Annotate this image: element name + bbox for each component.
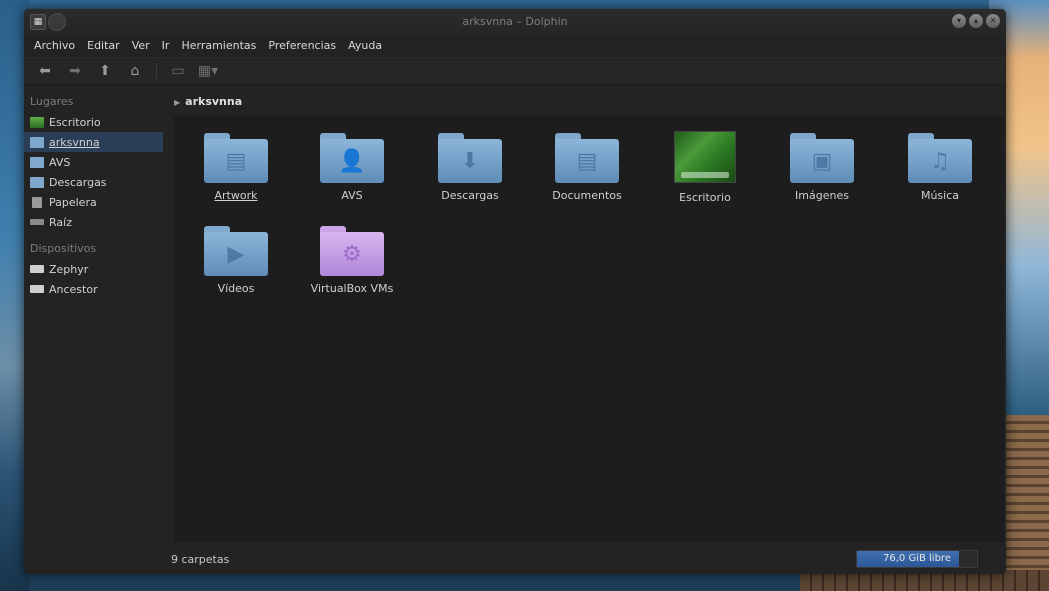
music-folder-icon: ♫ (908, 133, 972, 183)
sidebar-item-label: Raíz (49, 215, 72, 229)
hard-drive-icon (30, 285, 44, 293)
menu-ir[interactable]: Ir (156, 35, 176, 55)
item-label: VirtualBox VMs (310, 282, 394, 295)
sidebar-item-label: Escritorio (49, 115, 101, 129)
folder-icon (30, 156, 44, 168)
trash-icon (32, 196, 42, 208)
drive-icon (30, 219, 44, 225)
sidebar-item-label: Ancestor (49, 282, 98, 296)
view-mode-button[interactable]: ▦▾ (195, 60, 221, 82)
videos-folder-icon: ▶ (204, 226, 268, 276)
forward-button[interactable]: ➡ (62, 60, 88, 82)
folder-musica[interactable]: ♫ Música (881, 133, 999, 202)
home-button[interactable]: ⌂ (122, 60, 148, 82)
sidebar-item-label: arksvnna (49, 135, 100, 149)
toolbar-separator (156, 63, 157, 79)
sidebar-item-label: AVS (49, 155, 71, 169)
sidebar-item-descargas[interactable]: Descargas (24, 172, 163, 192)
folder-descargas[interactable]: ⬇ Descargas (411, 133, 529, 202)
hard-drive-icon (30, 265, 44, 273)
devices-title: Dispositivos (30, 242, 97, 255)
up-button[interactable]: ⬆ (92, 60, 118, 82)
dolphin-window: ▦ arksvnna – Dolphin ▾ ▴ ✕ Archivo Edita… (24, 9, 1006, 574)
desktop-folder-icon (674, 131, 736, 183)
user-folder-icon: 👤 (320, 133, 384, 183)
breadcrumb-current[interactable]: arksvnna (185, 95, 242, 108)
menu-bar: Archivo Editar Ver Ir Herramientas Prefe… (24, 35, 1006, 55)
free-space-indicator[interactable]: 76,0 GiB libre (856, 550, 978, 568)
view-mode-icon: ▦▾ (197, 63, 219, 79)
desktop-icon (30, 116, 44, 128)
sidebar-item-label: Papelera (49, 195, 97, 209)
sidebar-item-raiz[interactable]: Raíz (24, 212, 163, 232)
document-folder-icon: ▤ (204, 133, 268, 183)
item-label: Escritorio (679, 191, 731, 204)
folder-virtualbox-vms[interactable]: ⚙ VirtualBox VMs (293, 226, 411, 295)
menu-ver[interactable]: Ver (126, 35, 156, 55)
folder-videos[interactable]: ▶ Vídeos (177, 226, 295, 295)
file-view[interactable]: ▤ Artwork 👤 AVS ⬇ Descargas ▤ Documentos… (174, 116, 1004, 542)
preview-button[interactable]: ▭ (165, 60, 191, 82)
item-label: Vídeos (217, 282, 255, 295)
menu-editar[interactable]: Editar (81, 35, 126, 55)
arrow-right-icon: ➡ (69, 63, 81, 79)
arrow-left-icon: ⬅ (39, 63, 51, 79)
item-label: Artwork (214, 189, 258, 202)
breadcrumb-arrow-icon[interactable]: ▶ (174, 98, 180, 107)
folder-avs[interactable]: 👤 AVS (293, 133, 411, 202)
toolbar: ⬅ ➡ ⬆ ⌂ ▭ ▦▾ (24, 57, 1006, 85)
status-bar: 9 carpetas 76,0 GiB libre (24, 546, 1006, 574)
breadcrumb[interactable]: ▶ arksvnna (174, 95, 242, 108)
window-title: arksvnna – Dolphin (462, 15, 568, 28)
sidebar-item-escritorio[interactable]: Escritorio (24, 112, 163, 132)
menu-ayuda[interactable]: Ayuda (342, 35, 388, 55)
places-panel: Lugares Escritorio arksvnna AVS Descarga… (24, 89, 169, 574)
folder-documentos[interactable]: ▤ Documentos (528, 133, 646, 202)
back-button[interactable]: ⬅ (32, 60, 58, 82)
item-label: Descargas (441, 189, 499, 202)
wallpaper-pier (999, 415, 1049, 591)
minimize-button[interactable]: ▾ (952, 14, 966, 28)
free-space-label: 76,0 GiB libre (883, 553, 951, 564)
sidebar-item-ancestor[interactable]: Ancestor (24, 279, 163, 299)
home-icon: ⌂ (130, 63, 140, 79)
item-count: 9 carpetas (171, 553, 230, 566)
sidebar-item-label: Descargas (49, 175, 107, 189)
downloads-folder-icon (30, 176, 44, 188)
folder-imagenes[interactable]: ▣ Imágenes (763, 133, 881, 202)
item-label: Música (920, 189, 960, 202)
places-title: Lugares (30, 95, 74, 108)
sidebar-item-zephyr[interactable]: Zephyr (24, 259, 163, 279)
folder-escritorio[interactable]: Escritorio (646, 131, 764, 204)
menu-archivo[interactable]: Archivo (28, 35, 81, 55)
item-label: Documentos (552, 189, 622, 202)
downloads-folder-icon: ⬇ (438, 133, 502, 183)
window-controls: ▾ ▴ ✕ (952, 14, 1000, 28)
sidebar-item-arksvnna[interactable]: arksvnna (24, 132, 163, 152)
document-folder-icon: ▤ (555, 133, 619, 183)
preview-icon: ▭ (171, 63, 185, 79)
item-label: Imágenes (795, 189, 849, 202)
titlebar[interactable]: ▦ arksvnna – Dolphin ▾ ▴ ✕ (24, 9, 1006, 35)
pictures-folder-icon: ▣ (790, 133, 854, 183)
menu-preferencias[interactable]: Preferencias (262, 35, 342, 55)
menu-herramientas[interactable]: Herramientas (175, 35, 262, 55)
settings-folder-icon: ⚙ (320, 226, 384, 276)
sidebar-item-avs[interactable]: AVS (24, 152, 163, 172)
sidebar-item-papelera[interactable]: Papelera (24, 192, 163, 212)
maximize-button[interactable]: ▴ (969, 14, 983, 28)
item-label: AVS (341, 189, 363, 202)
close-button[interactable]: ✕ (986, 14, 1000, 28)
home-folder-icon (30, 136, 44, 148)
folder-artwork[interactable]: ▤ Artwork (177, 133, 295, 202)
sidebar-item-label: Zephyr (49, 262, 89, 276)
arrow-up-icon: ⬆ (99, 63, 111, 79)
